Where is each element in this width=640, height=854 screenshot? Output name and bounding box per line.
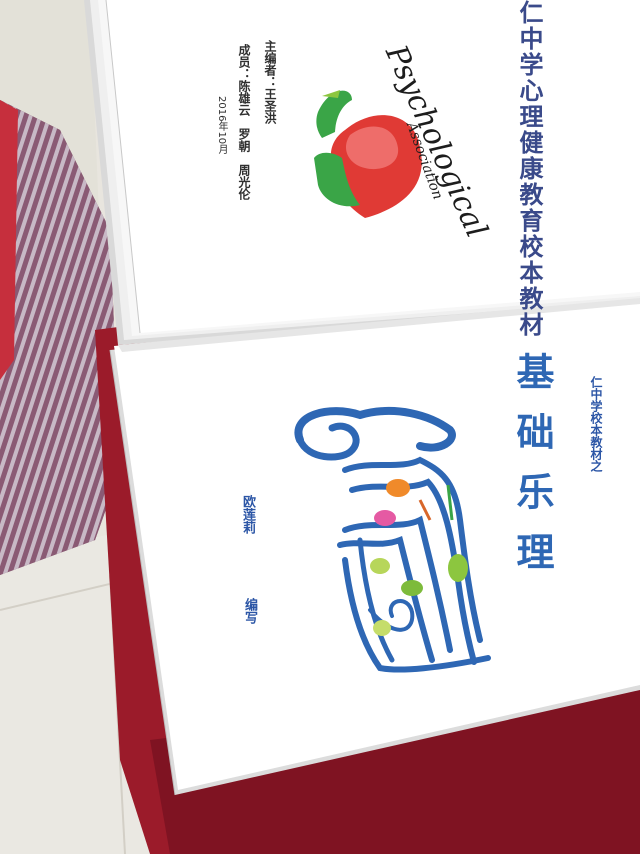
psychology-book-title: 仁中学心理健康教育校本教材: [515, 0, 543, 338]
music-book-author: 欧莲莉: [240, 495, 255, 534]
music-book-role: 编写: [242, 598, 257, 624]
music-book-title: 基础乐理: [510, 352, 554, 592]
psychology-book-date: 2016年10月: [216, 96, 227, 155]
photo-scene: 仁中学心理健康教育校本教材 主编者：王圣洪 成员：陈雄云 罗朝 周光伦 2016…: [0, 0, 640, 854]
psychology-book-editors: 主编者：王圣洪: [263, 40, 277, 124]
psychology-book-members: 成员：陈雄云 罗朝 周光伦: [237, 44, 251, 200]
music-book-series: 仁中学校本教材之: [589, 376, 603, 472]
